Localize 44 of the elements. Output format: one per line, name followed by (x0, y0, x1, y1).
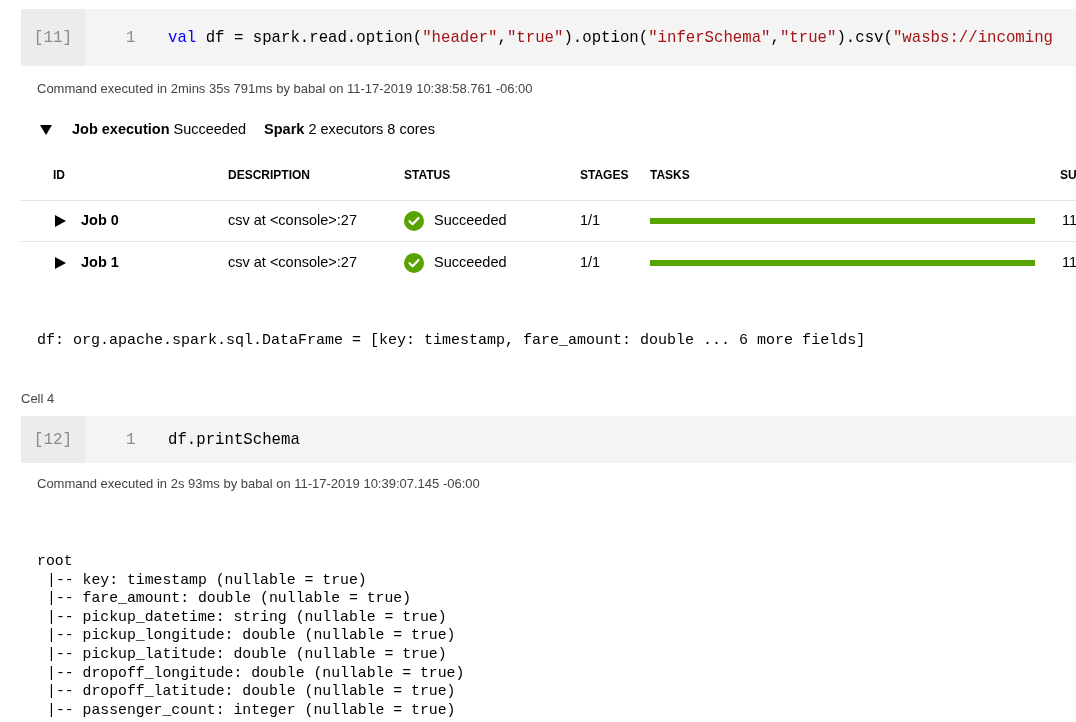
job-id: Job 0 (81, 211, 119, 231)
code-line: val df = spark.read.option("header","true").option("inferSchema","true").csv("wasbs://incoming (168, 27, 1053, 49)
line-number: 1 (126, 27, 136, 49)
job-id: Job 1 (81, 252, 119, 272)
schema-line: root (37, 552, 73, 571)
output-text: df: org.apache.spark.sql.DataFrame = [key: timestamp, fare_amount: double ... 6 more fields] (37, 331, 866, 351)
status-text: Succeeded (434, 211, 507, 231)
command-status: Command executed in 2s 93ms by babal on 11-17-2019 10:39:07.145 -06:00 (37, 476, 480, 492)
column-header: STAGES (580, 167, 629, 184)
caret-right-icon[interactable] (55, 256, 66, 269)
table-cell-text: 11 (1061, 211, 1076, 231)
schema-line: |-- fare_amount: double (nullable = true) (47, 589, 412, 608)
stages-count: 1/1 (580, 252, 601, 272)
job-execution-label: Job execution (72, 120, 170, 140)
execution-count: [12] (21, 416, 85, 463)
schema-line: |-- dropoff_latitude: double (nullable = true) (47, 682, 456, 701)
column-header: DESCRIPTION (228, 167, 310, 184)
check-circle-icon (404, 211, 424, 231)
check-circle-icon (404, 252, 424, 273)
line-number: 1 (126, 429, 136, 451)
job-description: csv at <console>:27 (228, 211, 357, 231)
column-header: ID (53, 167, 65, 184)
schema-line: |-- dropoff_longitude: double (nullable = true) (47, 663, 465, 683)
schema-line: |-- passenger_count: integer (nullable = true) (47, 700, 456, 720)
spark-info: 2 executors 8 cores (308, 120, 435, 140)
schema-line: |-- pickup_latitude: double (nullable = true) (47, 644, 447, 664)
code-line: df.printSchema (168, 429, 300, 451)
job-description: csv at <console>:27 (228, 252, 357, 272)
caret-right-icon[interactable] (55, 215, 66, 227)
caret-down-icon[interactable] (40, 125, 52, 135)
schema-line: |-- key: timestamp (nullable = true) (47, 570, 367, 590)
command-status: Command executed in 2mins 35s 791ms by babal on 11-17-2019 10:38:58.761 -06:00 (37, 81, 533, 97)
column-header: STATUS (404, 167, 451, 184)
job-execution-status: Succeeded (173, 120, 247, 140)
spark-label: Spark (264, 120, 305, 140)
status-text: Succeeded (434, 252, 507, 272)
cell-label: Cell 4 (21, 391, 55, 407)
schema-line: |-- pickup_longitude: double (nullable = true) (47, 626, 456, 645)
column-header: SU (1060, 167, 1076, 184)
stages-count: 1/1 (580, 211, 601, 231)
schema-line: |-- pickup_datetime: string (nullable = true) (47, 607, 447, 627)
table-cell-text: 11 (1061, 252, 1076, 272)
column-header: TASKS (650, 167, 690, 184)
execution-count: [11] (21, 9, 85, 66)
